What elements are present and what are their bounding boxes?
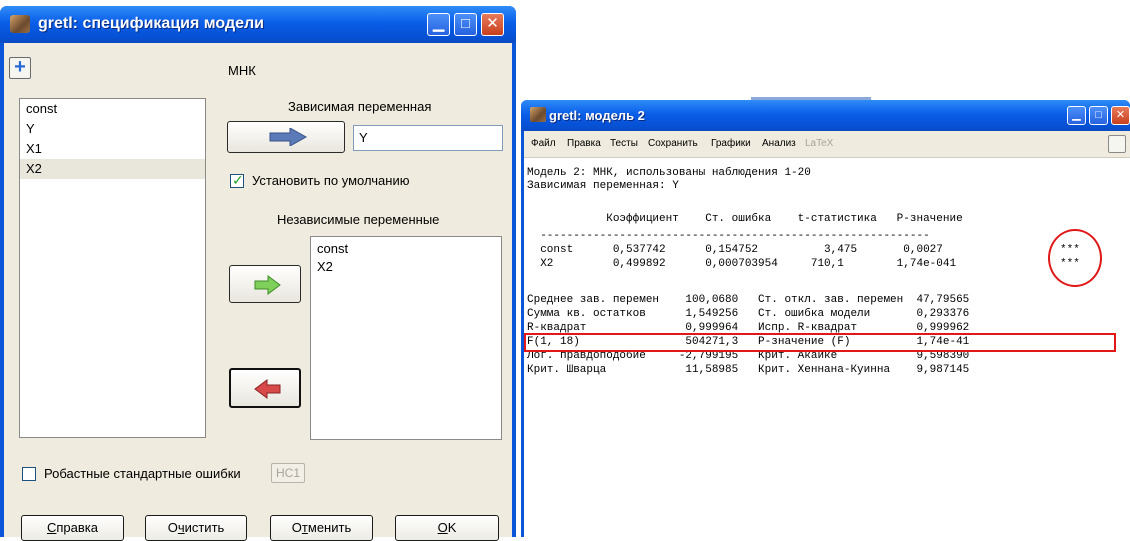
model-window-title: gretl: модель 2 (549, 108, 645, 123)
minimize-button[interactable]: ▁ (1067, 106, 1086, 125)
cancel-button-label-a: О (291, 520, 302, 535)
list-item[interactable]: Y (20, 119, 205, 139)
default-checkbox-label: Установить по умолчанию (252, 173, 410, 188)
cancel-button-label-b: менить (307, 520, 352, 535)
ok-button[interactable]: OK (395, 515, 499, 541)
minimize-button[interactable]: ▁ (427, 13, 450, 36)
set-dependent-button[interactable] (227, 121, 345, 153)
arrow-left-red-icon (254, 379, 281, 399)
highlight-rectangle (524, 333, 1116, 352)
list-item[interactable]: X2 (311, 257, 501, 277)
checkmark-icon: ✓ (232, 172, 244, 188)
menu-analysis[interactable]: Анализ (762, 138, 796, 149)
robust-errors-checkbox[interactable] (22, 467, 36, 481)
ok-button-mnemonic: O (437, 520, 448, 535)
add-variable-button[interactable]: + (9, 57, 31, 79)
independent-variables-label: Независимые переменные (277, 212, 440, 227)
maximize-button[interactable]: □ (1089, 106, 1108, 125)
menu-save[interactable]: Сохранить (648, 138, 698, 149)
clear-button-label-a: О (167, 520, 178, 535)
ok-button-label: K (447, 520, 457, 535)
list-item[interactable]: const (311, 237, 501, 257)
close-button[interactable]: ✕ (1111, 106, 1130, 125)
spec-window-title: gretl: спецификация модели (38, 15, 265, 32)
copy-icon[interactable] (1108, 135, 1126, 153)
menu-edit[interactable]: Правка (567, 138, 601, 149)
model-body: Файл Правка Тесты Сохранить Графики Анал… (524, 131, 1130, 537)
robust-errors-label: Робастные стандартные ошибки (44, 466, 241, 481)
close-button[interactable]: ✕ (481, 13, 504, 36)
help-button-label: правка (56, 520, 98, 535)
dependent-variable-field[interactable]: Y (353, 125, 503, 151)
list-item-selected[interactable]: X2 (20, 159, 205, 179)
gretl-app-icon (530, 107, 546, 122)
stat-line: Крит. Шварца 11,58985 Крит. Хеннана-Куин… (527, 364, 970, 376)
minimize-icon: ▁ (1072, 109, 1081, 121)
plus-icon: + (14, 56, 26, 78)
menu-latex[interactable]: LaTeX (805, 138, 833, 149)
menu-graphs[interactable]: Графики (711, 138, 751, 149)
help-button[interactable]: Справка (21, 515, 124, 541)
clear-button-label-b: истить (184, 520, 225, 535)
output-line: Модель 2: МНК, использованы наблюдения 1… (527, 167, 811, 179)
highlight-ellipse (1048, 229, 1102, 287)
cancel-button[interactable]: Отменить (270, 515, 373, 541)
menubar: Файл Правка Тесты Сохранить Графики Анал… (524, 131, 1130, 158)
list-item[interactable]: const (20, 99, 205, 119)
maximize-icon: □ (460, 15, 471, 32)
method-label: МНК (228, 63, 256, 78)
clear-button-mnemonic: ч (177, 520, 185, 535)
list-item[interactable]: X1 (20, 139, 205, 159)
clear-button[interactable]: Очистить (145, 515, 247, 541)
output-table-header: Коэффициент Ст. ошибка t-статистика P-зн… (527, 213, 963, 225)
output-table-rule: ----------------------------------------… (527, 230, 930, 242)
model-titlebar[interactable]: gretl: модель 2 ▁ □ ✕ (521, 100, 1130, 131)
maximize-icon: □ (1095, 109, 1102, 121)
output-line: Зависимая переменная: Y (527, 180, 679, 192)
close-icon: ✕ (486, 15, 499, 32)
menu-file[interactable]: Файл (531, 138, 556, 149)
spec-body: + МНК const Y X1 X2 Зависимая переменная… (4, 43, 512, 541)
default-checkbox[interactable]: ✓ (230, 172, 244, 188)
output-row-x2: X2 0,499892 0,000703954 710,1 1,74e-041 (527, 258, 957, 270)
minimize-icon: ▁ (432, 15, 445, 32)
arrow-right-icon (269, 128, 308, 146)
stat-line: Среднее зав. перемен 100,0680 Ст. откл. … (527, 294, 970, 306)
menu-tests[interactable]: Тесты (610, 138, 638, 149)
model-output-window: gretl: модель 2 ▁ □ ✕ Файл Правка Тесты … (521, 100, 1130, 537)
dependent-variable-label: Зависимая переменная (288, 99, 432, 114)
stat-line: Сумма кв. остатков 1,549256 Ст. ошибка м… (527, 308, 970, 320)
close-icon: ✕ (1115, 109, 1126, 121)
output-row-const: const 0,537742 0,154752 3,475 0,0027 (527, 244, 943, 256)
help-button-mnemonic: С (47, 520, 57, 535)
arrow-right-green-icon (254, 275, 281, 295)
hc1-button[interactable]: HC1 (271, 463, 306, 483)
all-variables-list[interactable]: const Y X1 X2 (19, 98, 206, 438)
model-spec-window: gretl: спецификация модели ▁ □ ✕ + МНК c… (0, 6, 516, 541)
spec-titlebar[interactable]: gretl: спецификация модели ▁ □ ✕ (0, 6, 516, 43)
independent-variables-list[interactable]: const X2 (310, 236, 502, 440)
remove-independent-button[interactable] (229, 368, 301, 408)
add-independent-button[interactable] (229, 265, 301, 303)
gretl-app-icon (10, 15, 30, 33)
maximize-button[interactable]: □ (454, 13, 477, 36)
